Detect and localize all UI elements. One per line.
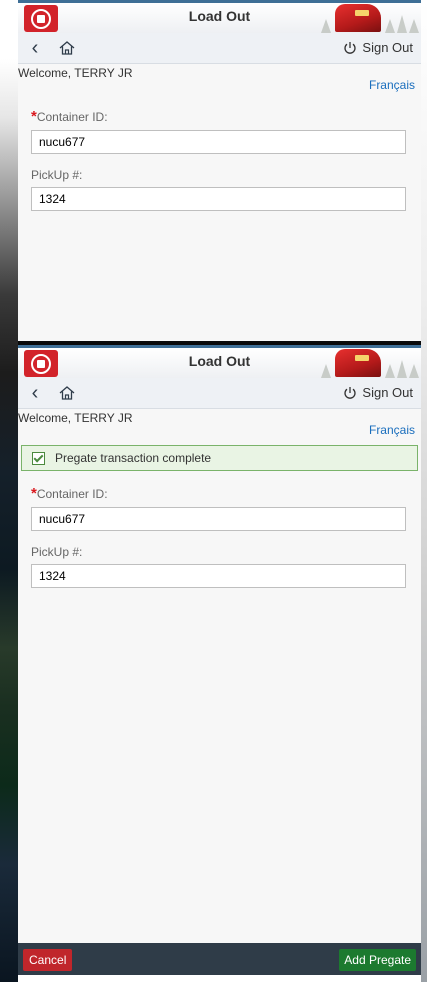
container-id-label: *Container ID:	[31, 485, 108, 502]
load-out-form: *Container ID: nucu677 PickUp #: 1324	[18, 485, 421, 588]
pickup-input[interactable]: 1324	[31, 564, 406, 588]
container-id-label: *Container ID:	[31, 108, 108, 125]
back-icon[interactable]: ‹	[24, 382, 46, 404]
shell-bar: Load Out	[18, 0, 421, 33]
container-id-input[interactable]: nucu677	[31, 130, 406, 154]
page: Load Out ‹ Sign Out Welcome, TERRY JR Fr…	[0, 0, 427, 982]
pickup-label: PickUp #:	[31, 545, 83, 559]
language-link[interactable]: Français	[369, 78, 415, 92]
pickup-label: PickUp #:	[31, 168, 83, 182]
power-icon	[344, 41, 357, 54]
back-icon[interactable]: ‹	[24, 37, 46, 59]
nav-bar: ‹ Sign Out	[18, 378, 421, 409]
checkbox-icon	[32, 451, 45, 465]
home-icon[interactable]	[58, 384, 76, 402]
pickup-input[interactable]: 1324	[31, 187, 406, 211]
train-banner	[321, 348, 421, 378]
shell-bar: Load Out	[18, 345, 421, 378]
cancel-button[interactable]: Cancel	[23, 949, 73, 971]
add-pregate-button[interactable]: Add Pregate	[339, 949, 416, 971]
home-icon[interactable]	[58, 39, 76, 57]
background-strip	[0, 0, 18, 982]
power-icon	[344, 386, 357, 399]
welcome-text: Welcome, TERRY JR	[18, 411, 133, 425]
right-edge	[421, 0, 427, 982]
welcome-row: Welcome, TERRY JR Français	[18, 64, 421, 94]
success-message: Pregate transaction complete	[21, 445, 418, 471]
language-link[interactable]: Français	[369, 423, 415, 437]
load-out-form: *Container ID: nucu677 PickUp #: 1324	[18, 108, 421, 211]
welcome-row: Welcome, TERRY JR Français	[18, 409, 421, 439]
sign-out-label: Sign Out	[362, 40, 413, 55]
train-banner	[321, 3, 421, 33]
footer-toolbar: Cancel Add Pregate	[18, 943, 421, 975]
nav-bar: ‹ Sign Out	[18, 33, 421, 64]
container-id-input[interactable]: nucu677	[31, 507, 406, 531]
success-message-text: Pregate transaction complete	[55, 451, 212, 465]
welcome-text: Welcome, TERRY JR	[18, 66, 133, 80]
sign-out-button[interactable]: Sign Out	[343, 385, 413, 400]
screen-after: Load Out ‹ Sign Out Welcome, TERRY JR Fr…	[18, 345, 421, 975]
sign-out-button[interactable]: Sign Out	[343, 40, 413, 55]
sign-out-label: Sign Out	[362, 385, 413, 400]
screen-before: Load Out ‹ Sign Out Welcome, TERRY JR Fr…	[18, 0, 421, 342]
